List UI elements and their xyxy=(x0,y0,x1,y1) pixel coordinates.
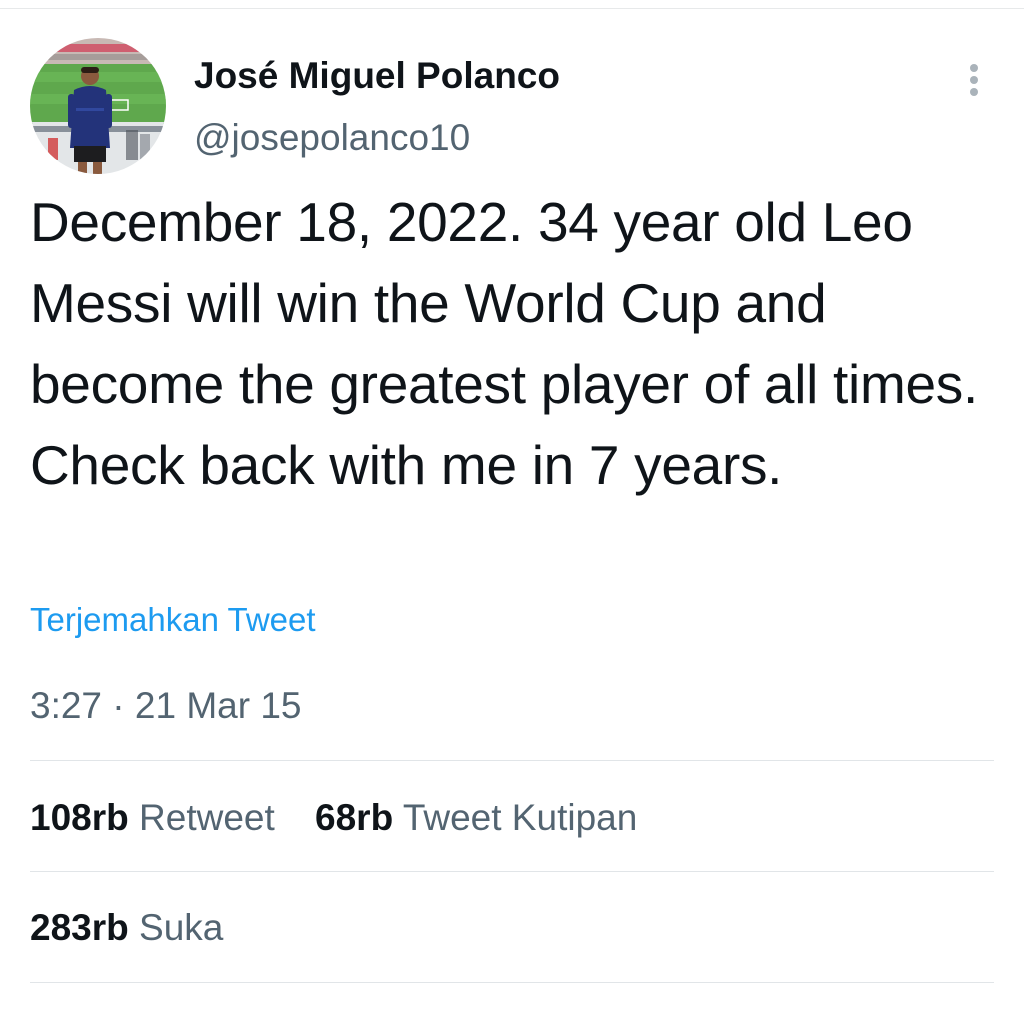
retweets-label: Retweet xyxy=(139,797,275,838)
tweet-text: December 18, 2022. 34 year old Leo Messi… xyxy=(30,191,978,496)
quote-tweets-label: Tweet Kutipan xyxy=(402,797,638,838)
top-divider xyxy=(0,8,1024,9)
more-options-button[interactable] xyxy=(958,56,990,104)
author-avatar[interactable] xyxy=(30,38,166,174)
more-options-icon-dot xyxy=(970,76,978,84)
author-name[interactable]: José Miguel Polanco xyxy=(194,52,560,100)
likes-label: Suka xyxy=(139,907,224,948)
likes-stat[interactable]: 283rb Suka xyxy=(30,904,223,952)
divider xyxy=(30,871,994,872)
quote-tweets-count: 68rb xyxy=(315,797,394,838)
likes-stats-row: 283rb Suka xyxy=(30,904,253,952)
author-handle[interactable]: @josepolanco10 xyxy=(194,114,470,162)
more-options-icon xyxy=(970,64,978,72)
quote-tweets-stat[interactable]: 68rb Tweet Kutipan xyxy=(315,794,637,842)
engagement-stats-row: 108rb Retweet 68rb Tweet Kutipan xyxy=(30,794,667,842)
tweet-timestamp[interactable]: 3:27 · 21 Mar 15 xyxy=(30,682,301,730)
translate-tweet-link[interactable]: Terjemahkan Tweet xyxy=(30,598,316,642)
divider xyxy=(30,982,994,983)
more-options-icon-dot xyxy=(970,88,978,96)
retweets-stat[interactable]: 108rb Retweet xyxy=(30,794,275,842)
divider xyxy=(30,760,994,761)
likes-count: 283rb xyxy=(30,907,129,948)
avatar-photo xyxy=(30,38,166,174)
retweets-count: 108rb xyxy=(30,797,129,838)
